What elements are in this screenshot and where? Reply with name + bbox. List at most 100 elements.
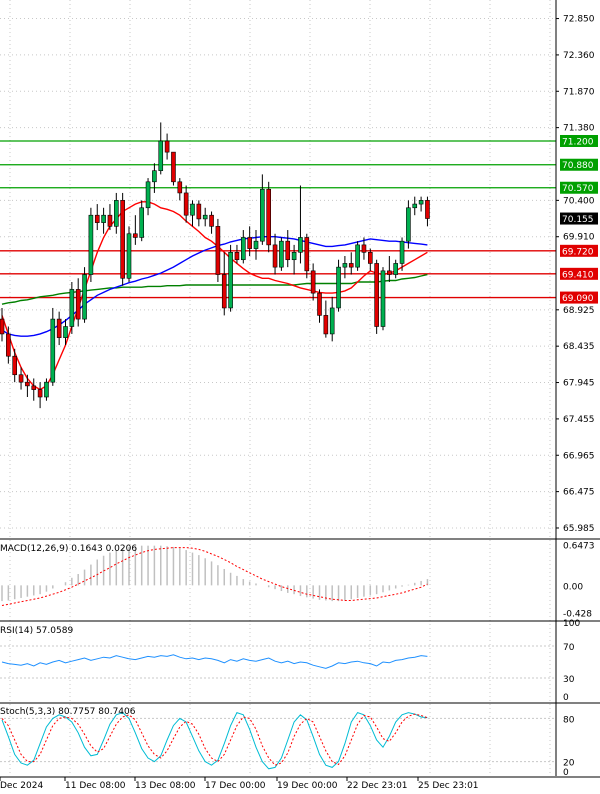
bear-candle xyxy=(425,196,430,227)
price-tick-label: 71.870 xyxy=(563,87,595,97)
bear-candle xyxy=(215,218,221,282)
bear-candle xyxy=(133,215,138,245)
candle-body xyxy=(145,181,151,209)
stoch-tick-label: 80 xyxy=(563,715,575,725)
bear-candle xyxy=(285,230,291,268)
bull-candle xyxy=(126,226,132,282)
bear-candle xyxy=(25,374,30,398)
price-tick-label: 67.945 xyxy=(563,379,595,389)
candle-body xyxy=(44,381,49,398)
candle-body xyxy=(75,289,81,320)
bear-candle xyxy=(183,185,189,223)
candle-body xyxy=(202,214,208,220)
candle-body xyxy=(12,355,17,376)
bull-candle xyxy=(228,244,233,312)
candle-body xyxy=(272,244,278,268)
macd-tick-label: -0.428 xyxy=(563,609,592,619)
candle-body xyxy=(323,315,329,335)
time-tick-label: 13 Dec 08:00 xyxy=(135,781,196,790)
bull-candle xyxy=(50,307,56,386)
level-price-tag-label: 69.090 xyxy=(562,294,594,304)
bear-candle xyxy=(266,181,272,253)
bull-candle xyxy=(253,230,259,260)
candle-body xyxy=(171,151,176,183)
stoch-title: Stoch(5,3,3) 80.7757 80.7406 xyxy=(0,707,136,717)
rsi-title: RSI(14) 57.0589 xyxy=(0,626,73,636)
bull-candle xyxy=(152,163,157,193)
price-tick-label: 72.360 xyxy=(563,51,595,61)
price-tick-label: 72.850 xyxy=(563,15,595,25)
candle-body xyxy=(228,252,233,309)
bull-candle xyxy=(88,207,94,282)
bull-candle xyxy=(101,207,106,234)
candle-body xyxy=(241,237,246,261)
candle-body xyxy=(63,326,68,338)
chart-window: 72.850 72.360 71.870 71.380 70.400 69.910 68.9… xyxy=(0,0,600,791)
bear-candle xyxy=(387,256,392,282)
macd-signal-line xyxy=(1,547,428,606)
candle-body xyxy=(56,318,62,338)
candle-body xyxy=(348,263,354,268)
bear-candle xyxy=(310,263,316,301)
level-price-tag-label: 69.410 xyxy=(562,270,594,280)
bear-candle xyxy=(348,252,354,275)
time-tick-label: 11 Dec 08:00 xyxy=(65,781,126,790)
bull-candle xyxy=(355,241,360,271)
candle-body xyxy=(291,252,297,261)
candle-body xyxy=(367,252,373,264)
time-tick-label: 22 Dec 23:01 xyxy=(347,781,408,790)
candle-body xyxy=(183,192,189,216)
candle-body xyxy=(253,240,259,249)
bull-candle xyxy=(114,192,119,234)
candle-body xyxy=(380,270,386,327)
candle-body xyxy=(6,333,11,357)
ma-fast-line xyxy=(1,201,428,391)
candle-body xyxy=(209,214,214,227)
price-tick-label: 66.965 xyxy=(563,451,595,461)
bull-candle xyxy=(158,122,164,175)
candle-body xyxy=(412,203,418,209)
candle-body xyxy=(247,237,252,249)
candle-body xyxy=(285,240,291,261)
bear-candle xyxy=(317,289,322,323)
candle-body xyxy=(120,200,125,279)
bull-candle xyxy=(202,207,208,227)
bear-candle xyxy=(209,211,214,234)
candle-body xyxy=(342,263,348,268)
price-tick-label: 69.910 xyxy=(563,233,595,243)
candle-body xyxy=(260,188,265,242)
candle-body xyxy=(310,270,316,294)
candle-body xyxy=(177,181,183,194)
bear-candle xyxy=(37,382,43,409)
bull-candle xyxy=(329,296,335,342)
candle-body xyxy=(158,140,164,171)
bull-candle xyxy=(336,259,341,312)
candle-body xyxy=(114,200,119,227)
price-tick-label: 71.380 xyxy=(563,124,595,134)
bull-candle xyxy=(69,281,75,334)
price-tick-label: 68.925 xyxy=(563,306,595,316)
candle-body xyxy=(126,233,132,279)
candle-body xyxy=(107,214,113,227)
bear-candle xyxy=(0,307,5,342)
candle-body xyxy=(31,385,37,390)
macd-title: MACD(12,26,9) 0.1643 0.0206 xyxy=(0,544,137,554)
candle-body xyxy=(336,266,341,309)
time-tick-label: Dec 2024 xyxy=(0,781,43,790)
candle-body xyxy=(152,170,157,183)
time-tick-label: 19 Dec 00:00 xyxy=(277,781,338,790)
candle-body xyxy=(69,289,75,327)
bull-candle xyxy=(44,378,49,401)
candle-body xyxy=(234,252,240,261)
bear-candle xyxy=(56,311,62,346)
candle-body xyxy=(196,203,202,220)
candle-body xyxy=(393,263,399,275)
candle-body xyxy=(399,240,405,264)
candle-body xyxy=(279,240,284,268)
stoch-signal-line xyxy=(1,713,428,766)
bear-candle xyxy=(247,226,252,257)
bull-candle xyxy=(82,267,87,323)
candle-body xyxy=(329,307,335,335)
bull-candle xyxy=(393,259,399,279)
bear-candle xyxy=(234,244,240,264)
